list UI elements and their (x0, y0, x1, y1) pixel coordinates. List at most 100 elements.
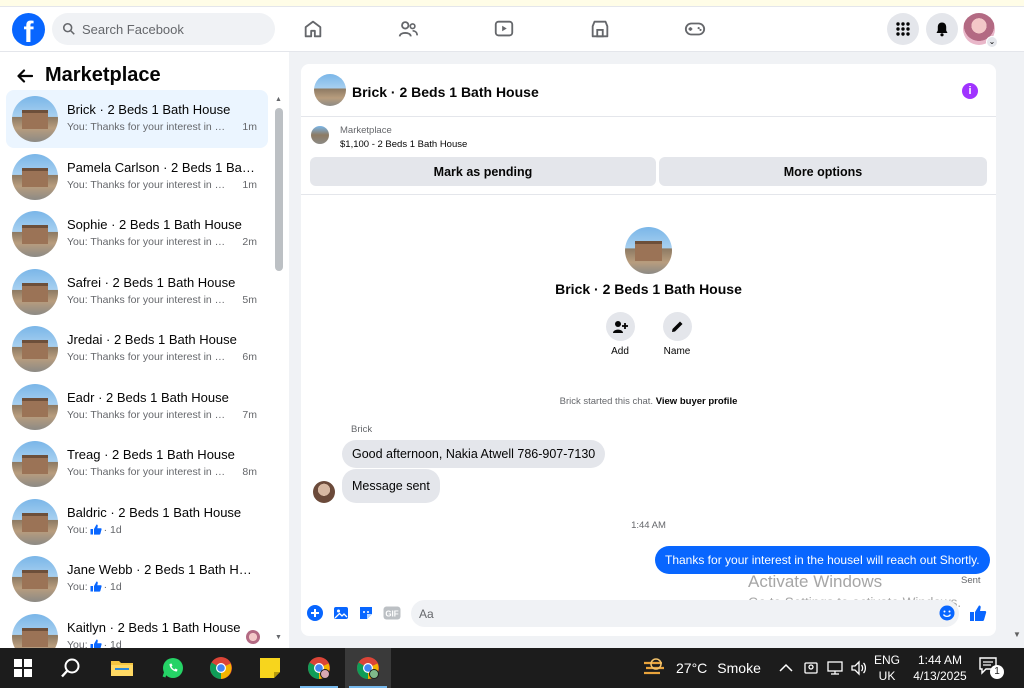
conversation-preview: You: Thanks for your interest in th... 1m (67, 121, 257, 133)
network-icon[interactable] (826, 648, 844, 688)
search-box[interactable] (52, 13, 275, 45)
preview-text: You: Thanks for your interest in th... (67, 408, 227, 421)
add-person-icon[interactable] (605, 312, 635, 341)
preview-time: · 1d (103, 523, 122, 536)
name-action[interactable]: Name (652, 312, 702, 357)
pencil-icon[interactable] (662, 312, 692, 341)
notification-count: 1 (990, 665, 1004, 679)
chat-started-notice: Brick started this chat. View buyer prof… (301, 396, 996, 407)
incoming-message[interactable]: Message sent (342, 469, 440, 503)
video-icon[interactable] (493, 18, 517, 42)
file-explorer-icon[interactable] (99, 648, 145, 688)
conversation-row[interactable]: Baldric · 2 Beds 1 Bath House You: · 1d (6, 493, 268, 551)
notifications-button[interactable] (926, 13, 958, 45)
conversation-name: Baldric · 2 Beds 1 Bath House (67, 504, 242, 520)
account-avatar[interactable]: ⌄ (963, 13, 998, 48)
input-language[interactable]: ENG UK (874, 652, 900, 684)
sidebar-title: Marketplace (45, 64, 161, 86)
gif-icon[interactable]: GIF (383, 604, 401, 622)
conversation-preview: You: Thanks for your interest in th... 7m (67, 409, 257, 421)
preview-time: · 1d (103, 581, 122, 593)
marketplace-icon[interactable] (589, 18, 613, 42)
conversation-name: Jane Webb · 2 Beds 1 Bath House (67, 562, 257, 577)
conversation-row[interactable]: Pamela Carlson · 2 Beds 1 Bath ... You: T… (6, 148, 268, 206)
more-options-button[interactable]: More options (659, 157, 987, 186)
windows-start-icon[interactable] (0, 648, 46, 688)
weather-condition: Smoke (717, 660, 761, 676)
window-scrollbar[interactable]: ▼ (1010, 52, 1024, 648)
search-input[interactable] (82, 21, 262, 37)
conversation-row[interactable]: Eadr · 2 Beds 1 Bath House You: Thanks fo… (6, 378, 268, 436)
gaming-icon[interactable] (684, 18, 708, 42)
preview-text: You: Thanks for your interest in th... (67, 121, 227, 133)
chrome-profile-icon[interactable] (296, 648, 342, 688)
sticky-notes-icon[interactable] (247, 648, 293, 688)
outgoing-message[interactable]: Thanks for your interest in the houseI w… (655, 546, 990, 574)
scrollbar-thumb[interactable] (275, 108, 283, 271)
chat-avatar[interactable] (314, 74, 346, 106)
weather-widget[interactable]: 27°C Smoke (642, 648, 761, 688)
conversation-name: Sophie · 2 Beds 1 Bath House (67, 217, 242, 232)
back-arrow-icon[interactable] (14, 65, 36, 87)
incoming-message[interactable]: Good afternoon, Nakia Atwell 786-907-713… (342, 440, 606, 468)
chrome-icon[interactable] (198, 648, 244, 688)
photo-icon[interactable] (332, 604, 350, 622)
sender-avatar[interactable] (313, 481, 335, 503)
listing-thumbnail[interactable] (311, 126, 329, 144)
chevron-down-icon: ⌄ (986, 36, 998, 48)
message-input[interactable] (411, 600, 959, 627)
conversation-name: Pamela Carlson · 2 Beds 1 Bath ... (67, 159, 257, 175)
meet-now-icon[interactable] (803, 648, 819, 688)
home-icon[interactable] (302, 18, 326, 42)
listing-avatar (12, 153, 58, 200)
conversation-name: Jredai · 2 Beds 1 Bath House (67, 332, 237, 347)
conversation-row[interactable]: Jredai · 2 Beds 1 Bath House You: Thanks … (6, 320, 268, 378)
facebook-logo-icon[interactable]: f (12, 13, 45, 46)
profile-avatar[interactable] (625, 227, 672, 274)
conversation-row[interactable]: Safrei · 2 Beds 1 Bath House You: Thanks … (6, 263, 268, 321)
conversation-row[interactable]: Jane Webb · 2 Beds 1 Bath House You: · 1d (6, 550, 268, 608)
taskbar-search-icon[interactable] (48, 648, 94, 688)
conversation-preview: You: Thanks for your interest in th... 6m (67, 351, 257, 363)
whatsapp-icon[interactable] (150, 648, 196, 688)
conversation-row[interactable]: Treag · 2 Beds 1 Bath House You: Thanks f… (6, 435, 268, 493)
system-clock[interactable]: 1:44 AM 4/13/2025 (910, 652, 970, 684)
friends-icon[interactable] (397, 18, 421, 42)
add-action[interactable]: Add (595, 312, 645, 357)
preview-text: You: Thanks for your interest in th... (67, 236, 227, 248)
message-composer: GIF (301, 596, 996, 636)
preview-text: You: Thanks for your interest in th... (67, 466, 227, 478)
preview-time: 6m (242, 351, 257, 363)
chat-panel: Brick · 2 Beds 1 Bath House i Marketplac… (301, 64, 996, 636)
action-center-icon[interactable]: 1 (978, 656, 1006, 680)
chat-title[interactable]: Brick · 2 Beds 1 Bath House (352, 84, 539, 100)
conversation-preview: You: Thanks for your interest in th... 2m (67, 236, 257, 248)
windows-taskbar: 27°C Smoke ENG UK 1:44 AM 4/13/2025 1 (0, 648, 1024, 688)
info-icon[interactable]: i (962, 83, 978, 99)
top-strip (0, 0, 1024, 7)
plus-icon[interactable] (306, 604, 324, 622)
scroll-down-icon[interactable]: ▼ (275, 634, 282, 641)
preview-time: 1m (242, 178, 257, 191)
listing-title[interactable]: $1,100 - 2 Beds 1 Bath House (340, 139, 467, 150)
view-buyer-profile-link[interactable]: View buyer profile (656, 396, 738, 407)
sidebar-header: Marketplace (14, 64, 161, 87)
menu-grid-button[interactable] (887, 13, 919, 45)
volume-icon[interactable] (850, 648, 868, 688)
preview-text: You: Thanks for your interest in th... (67, 178, 227, 191)
conversation-row[interactable]: Brick · 2 Beds 1 Bath House You: Thanks f… (6, 90, 268, 148)
conversation-row[interactable]: Sophie · 2 Beds 1 Bath House You: Thanks … (6, 205, 268, 263)
chrome-profile-active-icon[interactable] (345, 648, 391, 688)
thumbs-up-icon[interactable] (969, 604, 987, 622)
emoji-icon[interactable] (938, 604, 956, 622)
sidebar-scrollbar[interactable]: ▲ ▼ (273, 96, 284, 641)
sticker-icon[interactable] (357, 604, 375, 622)
clock-date: 4/13/2025 (913, 669, 967, 683)
listing-avatar (12, 383, 58, 430)
scroll-up-icon[interactable]: ▲ (275, 96, 282, 103)
scroll-down-icon[interactable]: ▼ (1013, 630, 1021, 639)
chat-header: Brick · 2 Beds 1 Bath House i (301, 64, 996, 117)
show-hidden-icons-chevron-up-icon[interactable] (779, 648, 793, 688)
listing-avatar (12, 498, 58, 545)
mark-as-pending-button[interactable]: Mark as pending (310, 157, 656, 186)
